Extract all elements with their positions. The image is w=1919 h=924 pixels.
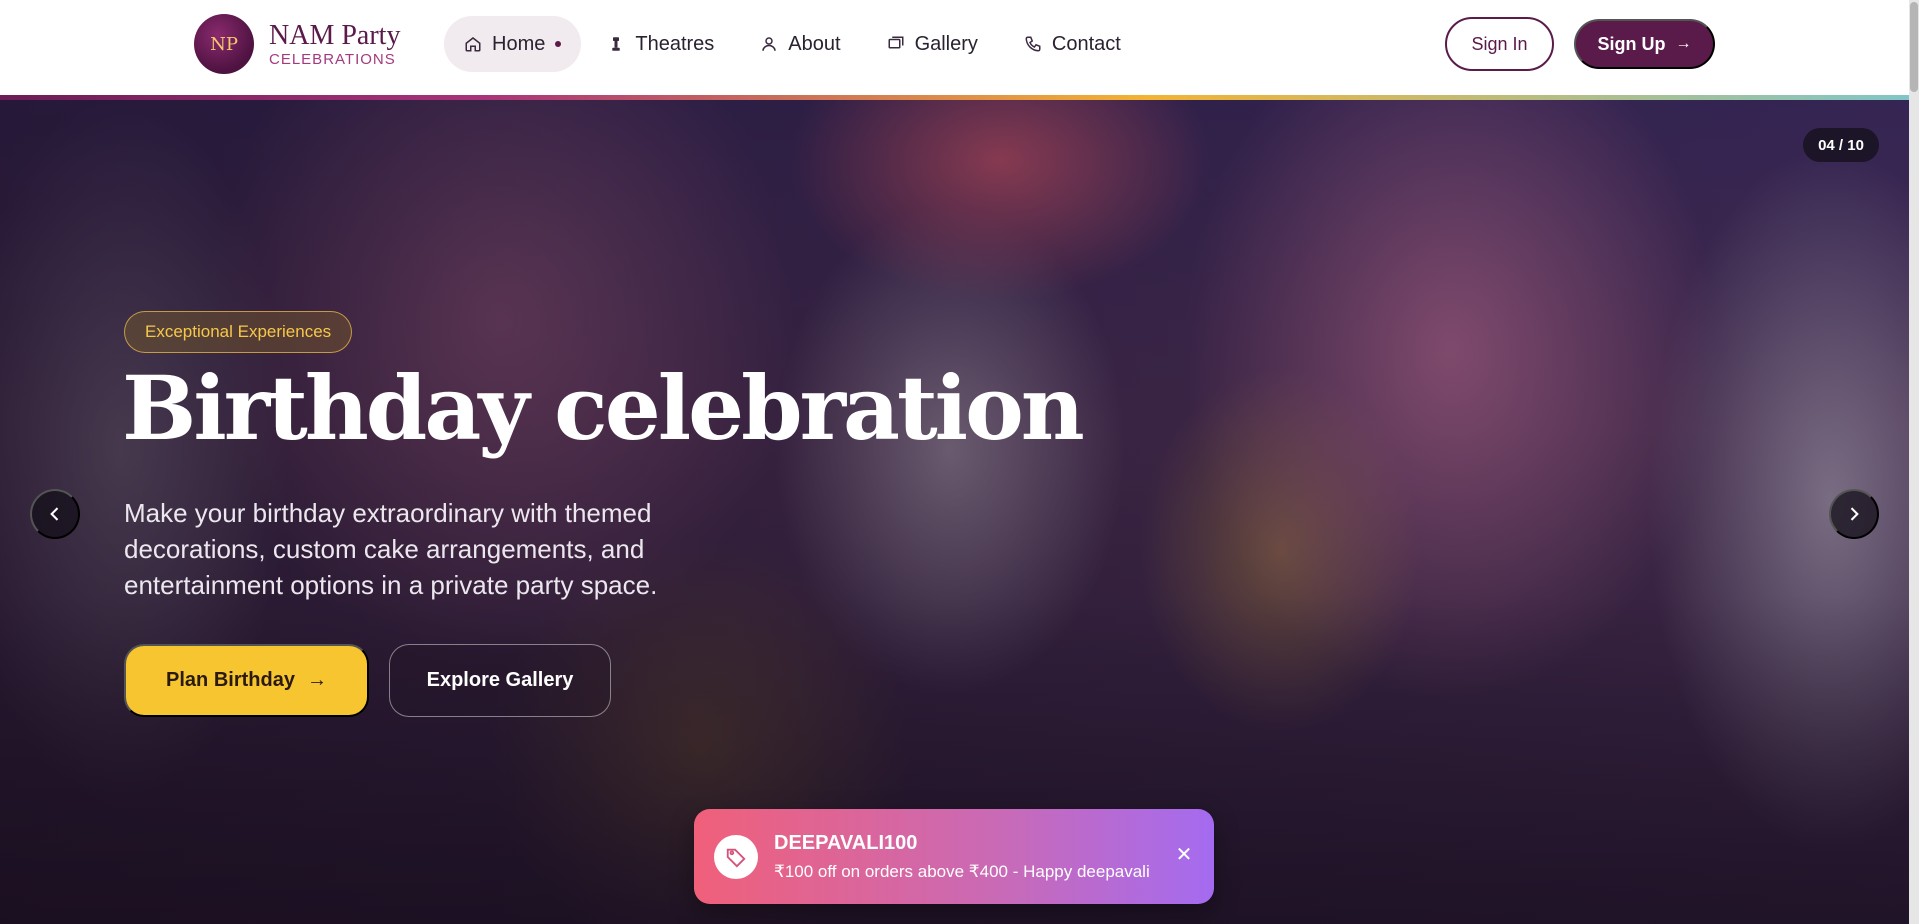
nav-item-theatres[interactable]: Theatres xyxy=(587,16,734,72)
nav-label-about: About xyxy=(788,32,841,55)
header-accent-bar xyxy=(0,95,1909,100)
arrow-right-icon: → xyxy=(1675,35,1692,52)
hero-title: Birthday celebration xyxy=(122,356,1085,460)
promo-toast: DEEPAVALI100 ₹100 off on orders above ₹4… xyxy=(694,809,1214,904)
active-indicator-dot xyxy=(555,41,562,47)
carousel-prev-button[interactable] xyxy=(30,489,80,539)
logo-text: NP xyxy=(210,33,238,55)
images-icon xyxy=(888,36,904,49)
nav-label-contact: Contact xyxy=(1051,32,1121,55)
close-icon[interactable]: ✕ xyxy=(1169,839,1199,869)
nav-item-gallery[interactable]: Gallery xyxy=(867,16,998,72)
nav-item-about[interactable]: About xyxy=(740,16,860,72)
nav-label-gallery: Gallery xyxy=(914,32,978,55)
promo-description: ₹100 off on orders above ₹400 - Happy de… xyxy=(774,862,1150,881)
sign-up-button[interactable]: Sign Up → xyxy=(1574,19,1715,69)
nav-item-home[interactable]: Home xyxy=(444,16,582,72)
carousel-next-button[interactable] xyxy=(1829,489,1879,539)
chevron-right-icon xyxy=(1850,507,1859,521)
nav-item-contact[interactable]: Contact xyxy=(1004,16,1141,72)
explore-gallery-button[interactable]: Explore Gallery xyxy=(389,644,611,717)
brand-subtitle: CELEBRATIONS xyxy=(269,50,396,68)
brand-logo-link[interactable]: NP NAM Party CELEBRATIONS xyxy=(194,14,400,74)
hero-carousel: 04 / 10 Exceptional Experiences Birthday… xyxy=(0,100,1909,924)
main-nav: Home Theatres About Gallery Contact xyxy=(444,16,1147,72)
theatre-icon xyxy=(612,37,621,51)
tag-icon xyxy=(714,835,758,879)
site-header: NP NAM Party CELEBRATIONS Home Theatres … xyxy=(0,0,1909,97)
brand-name: NAM Party xyxy=(269,19,401,51)
nav-label-home: Home xyxy=(492,32,546,55)
scrollbar-thumb[interactable] xyxy=(1910,2,1918,92)
sign-up-label: Sign Up xyxy=(1597,33,1666,54)
plan-birthday-label: Plan Birthday xyxy=(166,669,295,691)
page-scrollbar[interactable] xyxy=(1909,0,1919,924)
hero-description: Make your birthday extraordinary with th… xyxy=(124,498,658,600)
promo-code: DEEPAVALI100 xyxy=(774,832,918,854)
logo-badge: NP xyxy=(194,14,254,74)
hero-badge: Exceptional Experiences xyxy=(124,311,353,353)
nav-label-theatres: Theatres xyxy=(635,32,715,55)
user-icon xyxy=(762,37,777,51)
phone-icon xyxy=(1025,36,1041,52)
slide-counter: 04 / 10 xyxy=(1803,128,1879,162)
sign-in-button[interactable]: Sign In xyxy=(1445,17,1554,71)
chevron-left-icon xyxy=(50,507,59,521)
arrow-right-icon: → xyxy=(306,669,327,691)
home-icon xyxy=(465,37,481,52)
plan-birthday-button[interactable]: Plan Birthday → xyxy=(124,644,369,717)
